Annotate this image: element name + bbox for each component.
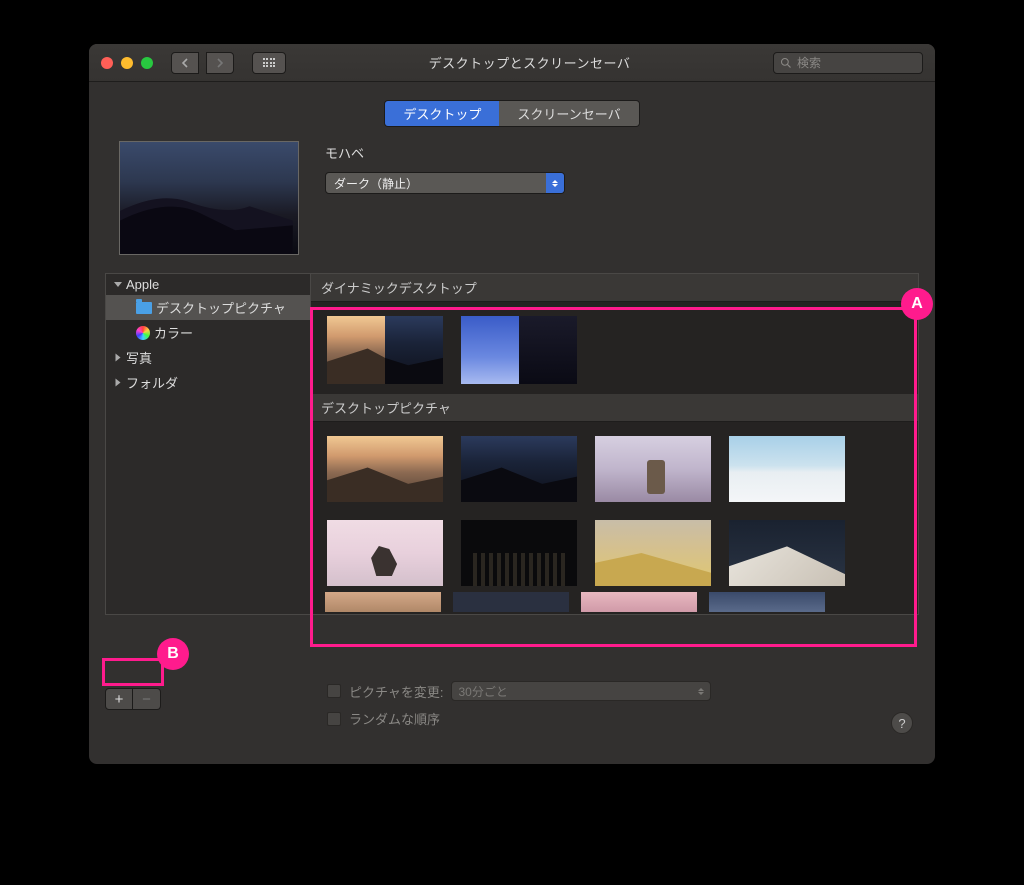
annotation-b-box — [102, 658, 164, 686]
picture-thumbnails — [311, 422, 918, 596]
thumb-partial[interactable] — [709, 592, 825, 612]
sidebar-item-apple[interactable]: Apple — [106, 274, 310, 295]
sidebar-label: 写真 — [126, 348, 152, 367]
section-header-dynamic: ダイナミックデスクトップ — [311, 274, 918, 302]
random-order-checkbox[interactable] — [327, 712, 341, 726]
disclosure-triangle-icon — [116, 354, 121, 362]
sidebar-item-photos[interactable]: 写真 — [106, 345, 310, 370]
sidebar-label: Apple — [126, 277, 159, 292]
folder-icon — [136, 302, 152, 314]
add-folder-button[interactable]: + — [105, 688, 133, 710]
thumb-mojave-dynamic[interactable] — [327, 316, 443, 384]
search-field[interactable]: 検索 — [773, 52, 923, 74]
annotation-b-label: B — [157, 638, 189, 670]
thumb-white-dune[interactable] — [729, 520, 845, 586]
sidebar-item-colors[interactable]: カラー — [106, 320, 310, 345]
change-picture-checkbox[interactable] — [327, 684, 341, 698]
main-content: Apple デスクトップピクチャ カラー 写真 フォルダ ダイナミックデスクトッ… — [89, 273, 935, 615]
wallpaper-gallery: ダイナミックデスクトップ デスクトップピクチャ — [310, 273, 919, 615]
sidebar-label: カラー — [154, 323, 193, 342]
thumb-solar-gradients[interactable] — [461, 316, 577, 384]
thumb-salt-flat[interactable] — [729, 436, 845, 502]
close-button[interactable] — [101, 57, 113, 69]
thumb-desert-rock[interactable] — [595, 436, 711, 502]
tab-screensaver[interactable]: スクリーンセーバ — [499, 101, 638, 126]
section-header-pictures: デスクトップピクチャ — [311, 394, 918, 422]
tab-bar: デスクトップ スクリーンセーバ — [89, 82, 935, 141]
appearance-mode-popup[interactable]: ダーク（静止） — [325, 172, 565, 194]
minimize-button[interactable] — [121, 57, 133, 69]
appearance-mode-value: ダーク（静止） — [334, 175, 418, 192]
change-picture-label: ピクチャを変更: — [349, 682, 443, 701]
wallpaper-name: モハベ — [325, 143, 905, 162]
sidebar-item-desktop-pictures[interactable]: デスクトップピクチャ — [106, 295, 310, 320]
interval-popup[interactable]: 30分ごと — [451, 681, 711, 701]
zoom-button[interactable] — [141, 57, 153, 69]
current-wallpaper-section: モハベ ダーク（静止） — [89, 141, 935, 273]
thumb-gold-dunes[interactable] — [595, 520, 711, 586]
picture-thumbnails-row3 — [311, 590, 918, 614]
help-button[interactable]: ? — [891, 712, 913, 734]
forward-button[interactable] — [206, 52, 234, 74]
thumb-partial[interactable] — [453, 592, 569, 612]
popup-arrows-icon — [546, 173, 564, 193]
source-sidebar: Apple デスクトップピクチャ カラー 写真 フォルダ — [105, 273, 310, 615]
window-title: デスクトップとスクリーンセーバ — [294, 53, 765, 72]
popup-arrows-icon — [698, 688, 704, 695]
thumb-mojave-day[interactable] — [327, 436, 443, 502]
disclosure-triangle-icon — [116, 379, 121, 387]
back-button[interactable] — [171, 52, 199, 74]
change-options: ピクチャを変更: 30分ごと ランダムな順序 — [327, 681, 711, 736]
search-icon — [780, 57, 792, 69]
interval-value: 30分ごと — [458, 683, 507, 700]
wallpaper-preview — [119, 141, 299, 255]
search-placeholder: 検索 — [797, 54, 821, 71]
segmented-control: デスクトップ スクリーンセーバ — [384, 100, 639, 127]
preferences-window: デスクトップとスクリーンセーバ 検索 デスクトップ スクリーンセーバ モハベ ダ… — [89, 44, 935, 764]
wallpaper-info: モハベ ダーク（静止） — [325, 141, 905, 194]
thumb-city-night[interactable] — [461, 520, 577, 586]
sidebar-label: フォルダ — [126, 373, 178, 392]
grid-icon — [263, 58, 276, 67]
color-wheel-icon — [136, 326, 150, 340]
thumb-mojave-night[interactable] — [461, 436, 577, 502]
thumb-sea-rock[interactable] — [327, 520, 443, 586]
show-all-button[interactable] — [252, 52, 286, 74]
dynamic-thumbnails — [311, 302, 918, 394]
sidebar-label: デスクトップピクチャ — [156, 298, 286, 317]
titlebar: デスクトップとスクリーンセーバ 検索 — [89, 44, 935, 82]
sidebar-item-folders[interactable]: フォルダ — [106, 370, 310, 395]
window-controls — [101, 57, 153, 69]
remove-folder-button[interactable]: − — [133, 688, 161, 710]
tab-desktop[interactable]: デスクトップ — [385, 101, 499, 126]
random-order-label: ランダムな順序 — [349, 709, 440, 728]
annotation-a-label: A — [901, 288, 933, 320]
sidebar-add-remove: + − — [105, 688, 161, 710]
disclosure-triangle-icon — [114, 282, 122, 287]
thumb-partial[interactable] — [325, 592, 441, 612]
thumb-partial[interactable] — [581, 592, 697, 612]
